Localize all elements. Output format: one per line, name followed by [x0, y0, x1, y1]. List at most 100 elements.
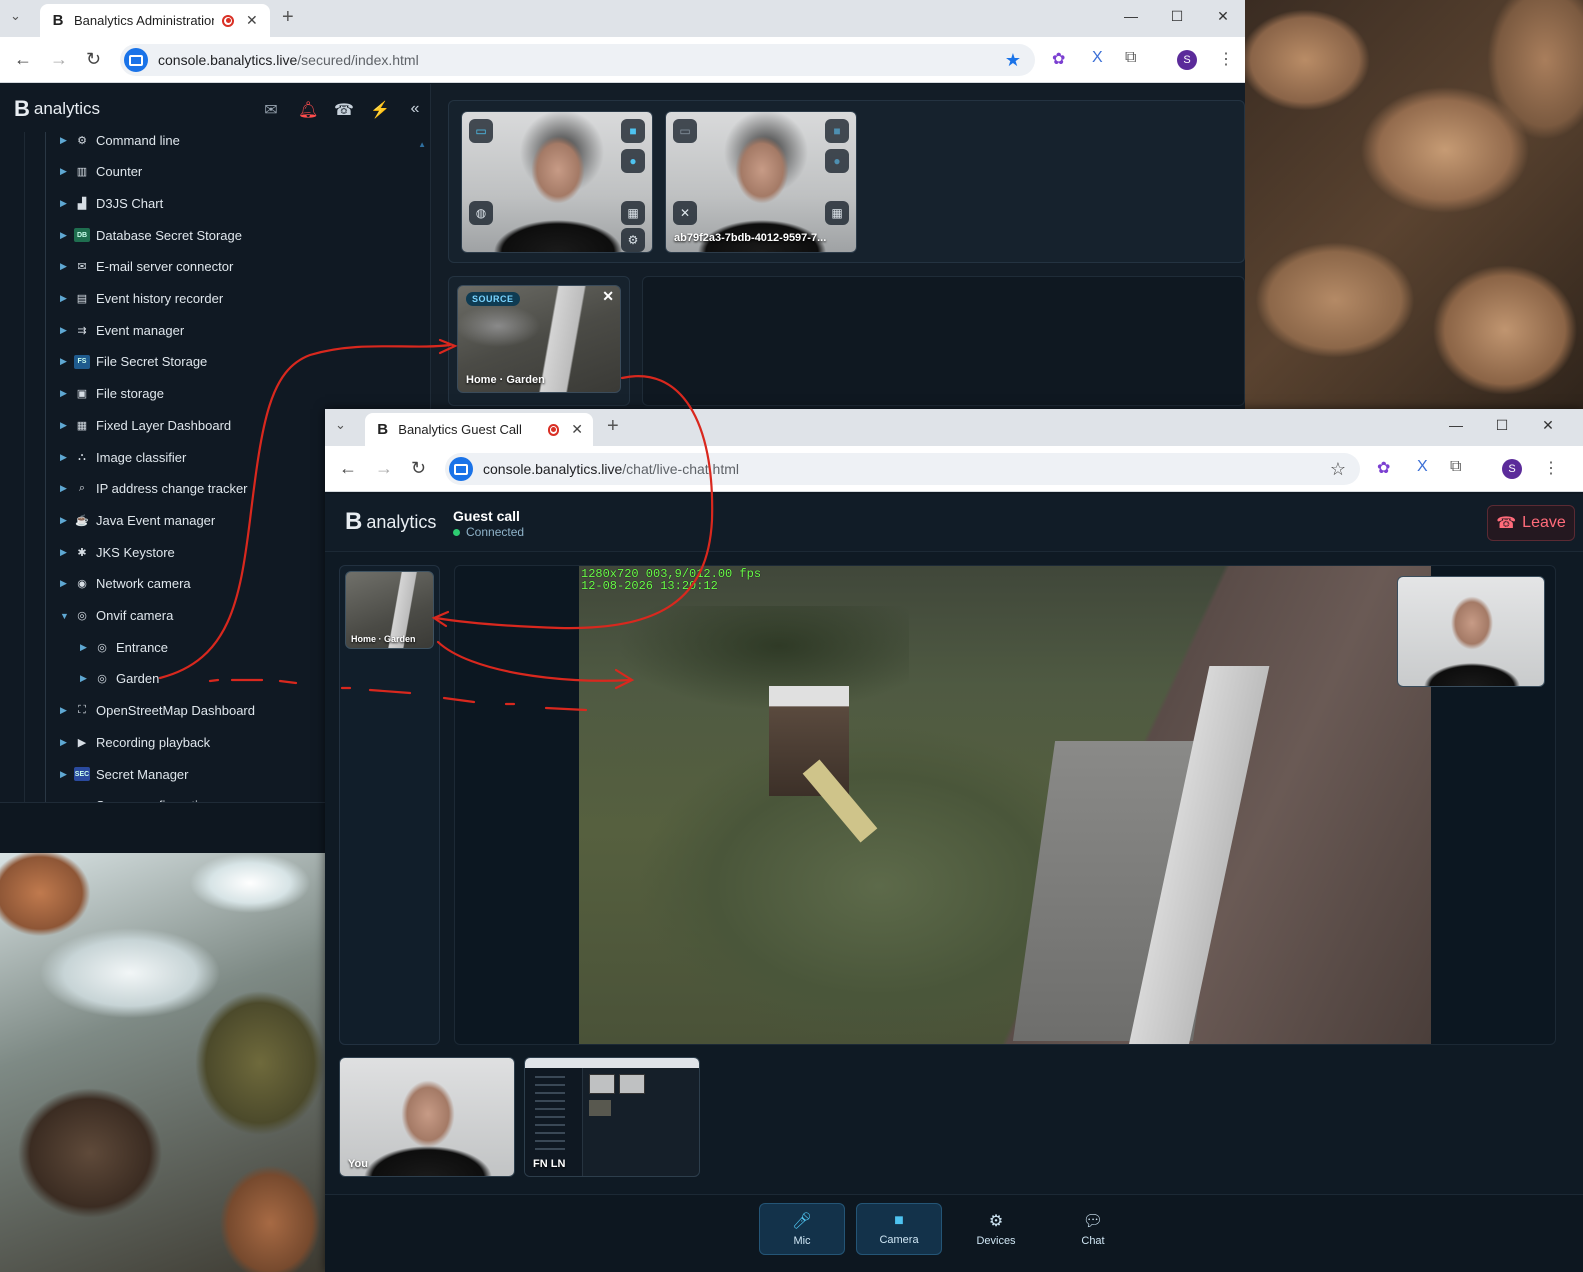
caret-right-icon[interactable]: ▶ — [60, 483, 70, 494]
tree-item[interactable]: ▶ FS File Secret Storage — [60, 352, 207, 372]
notification-bell-icon[interactable]: 🔔︎ — [298, 100, 318, 120]
profile-avatar[interactable]: S — [1502, 459, 1522, 479]
caret-right-icon[interactable]: ▶ — [80, 642, 90, 653]
tree-item[interactable]: ▶ ☕ Java Event manager — [60, 510, 215, 530]
self-view-pip[interactable] — [1397, 576, 1545, 687]
brand-logo[interactable]: B analytics — [14, 96, 100, 122]
scroll-up-arrow-icon[interactable]: ▲ — [418, 140, 426, 149]
screen-share-icon[interactable]: ▭ — [673, 119, 697, 143]
phone-icon[interactable]: ☎ — [334, 100, 354, 120]
extension-x-icon[interactable]: X — [1417, 458, 1428, 476]
forward-arrow-icon[interactable]: → — [375, 458, 393, 479]
maximize-icon[interactable]: ☐ — [1154, 8, 1200, 25]
globe-icon[interactable]: ◍ — [469, 201, 493, 225]
tab-guest-call[interactable]: B Banalytics Guest Call ✕ — [365, 413, 593, 446]
settings-gear-icon[interactable]: ⚙ — [621, 228, 645, 252]
remote-video-tile[interactable]: ▭ ■ ● ✕ ▦ ab79f2a3-7bdb-4012-9597-7... — [665, 111, 857, 253]
caret-right-icon[interactable]: ▶ — [60, 705, 70, 716]
plug-connected-icon[interactable]: ⚡ — [370, 100, 390, 120]
tree-item[interactable]: ▶ ▥ Counter — [60, 162, 142, 182]
caret-right-icon[interactable]: ▶ — [60, 293, 70, 304]
close-window-icon[interactable]: ✕ — [1525, 417, 1571, 434]
caret-right-icon[interactable]: ▶ — [60, 135, 70, 146]
source-thumbnail[interactable]: Home · Garden — [345, 571, 434, 649]
tree-item[interactable]: ▶ ◎ Entrance — [80, 637, 168, 657]
devices-button[interactable]: ⚙ Devices — [953, 1203, 1039, 1255]
local-video-tile[interactable]: ▭ ■ ● ◍ ▦ ⚙ — [461, 111, 653, 253]
extension-puzzle-flower-icon[interactable]: ✿ — [1052, 49, 1065, 69]
back-arrow-icon[interactable]: ← — [14, 49, 32, 70]
source-camera-tile[interactable]: SOURCE ✕ Home · Garden — [457, 285, 621, 393]
reload-icon[interactable]: ↻ — [411, 458, 426, 479]
forward-arrow-icon[interactable]: → — [50, 49, 68, 70]
leave-button[interactable]: ☎ Leave — [1487, 505, 1575, 541]
maximize-icon[interactable]: ☐ — [1479, 417, 1525, 434]
extensions-icon[interactable]: ⧉ — [1125, 49, 1136, 67]
extension-x-icon[interactable]: X — [1092, 49, 1103, 67]
tree-item[interactable]: ▶ ✉ E-mail server connector — [60, 257, 233, 277]
microphone-icon[interactable]: ● — [621, 149, 645, 173]
tab-search-chevron-icon[interactable]: ⌄ — [10, 8, 21, 24]
tree-item[interactable]: ▶ ⇉ Event manager — [60, 320, 184, 340]
caret-right-icon[interactable]: ▶ — [60, 356, 70, 367]
caret-right-icon[interactable]: ▶ — [60, 578, 70, 589]
caret-right-icon[interactable]: ▶ — [60, 547, 70, 558]
tree-item[interactable]: ▶ ✱ JKS Keystore — [60, 542, 175, 562]
caret-right-icon[interactable]: ▶ — [60, 420, 70, 431]
tree-item[interactable]: ▶ ▤ Event history recorder — [60, 289, 223, 309]
screen-share-icon[interactable]: ▭ — [469, 119, 493, 143]
caret-right-icon[interactable]: ▶ — [60, 261, 70, 272]
url-bar[interactable]: console.banalytics.live/chat/live-chat.h… — [445, 453, 1360, 485]
disconnected-link-icon[interactable]: ✕ — [673, 201, 697, 225]
close-tab-icon[interactable]: ✕ — [571, 421, 583, 438]
caret-right-icon[interactable]: ▶ — [80, 673, 90, 684]
url-bar[interactable]: console.banalytics.live/secured/index.ht… — [120, 44, 1035, 76]
new-tab-button[interactable]: + — [607, 415, 619, 438]
caret-right-icon[interactable]: ▶ — [60, 166, 70, 177]
tree-item[interactable]: ▶ ⛶ OpenStreetMap Dashboard — [60, 701, 255, 721]
close-tab-icon[interactable]: ✕ — [246, 12, 258, 29]
tree-item[interactable]: ▶ ▶ Recording playback — [60, 732, 210, 752]
new-tab-button[interactable]: + — [282, 6, 294, 29]
reload-icon[interactable]: ↻ — [86, 49, 101, 70]
video-camera-icon[interactable]: ■ — [825, 119, 849, 143]
tree-item[interactable]: ▶ ▟ D3JS Chart — [60, 193, 163, 213]
caret-right-icon[interactable]: ▶ — [60, 325, 70, 336]
tree-item[interactable]: ▶ ⌕ IP address change tracker — [60, 479, 248, 499]
back-arrow-icon[interactable]: ← — [339, 458, 357, 479]
collapse-sidebar-icon[interactable]: « — [406, 100, 424, 120]
tree-item[interactable]: ▶ ▣ File storage — [60, 384, 164, 404]
caret-right-icon[interactable]: ▶ — [60, 737, 70, 748]
brand-logo[interactable]: B analytics — [345, 508, 436, 536]
caret-down-icon[interactable]: ▼ — [60, 611, 70, 621]
map-icon[interactable]: ▦ — [621, 201, 645, 225]
caret-right-icon[interactable]: ▶ — [60, 515, 70, 526]
site-info-icon[interactable] — [449, 457, 473, 481]
camera-button[interactable]: ■ Camera — [856, 1203, 942, 1255]
browser-menu-icon[interactable]: ⋮ — [1543, 458, 1559, 478]
garden-camera-feed[interactable]: 1280x720 003,9/012.00 fps 12-08-2026 13:… — [579, 566, 1431, 1044]
chat-button[interactable]: 💬︎ Chat — [1050, 1203, 1136, 1255]
tree-item[interactable]: ▶ ◎ Garden — [80, 669, 159, 689]
tree-item[interactable]: ▶ DB Database Secret Storage — [60, 225, 242, 245]
caret-right-icon[interactable]: ▶ — [60, 198, 70, 209]
participant-tile-screen[interactable]: FN LN — [524, 1057, 700, 1177]
caret-right-icon[interactable]: ▶ — [60, 769, 70, 780]
bookmark-star-icon[interactable]: ☆ — [1330, 459, 1346, 480]
tree-item[interactable]: ▶ ⛬ Image classifier — [60, 447, 186, 467]
caret-right-icon[interactable]: ▶ — [60, 452, 70, 463]
caret-right-icon[interactable]: ▶ — [60, 388, 70, 399]
extension-puzzle-flower-icon[interactable]: ✿ — [1377, 458, 1390, 478]
caret-right-icon[interactable]: ▶ — [60, 230, 70, 241]
profile-avatar[interactable]: S — [1177, 50, 1197, 70]
tree-item[interactable]: ▶ SEC Secret Manager — [60, 764, 189, 784]
microphone-icon[interactable]: ● — [825, 149, 849, 173]
browser-menu-icon[interactable]: ⋮ — [1218, 49, 1234, 69]
tree-item[interactable]: ▼ ◎ Onvif camera — [60, 606, 173, 626]
tab-admin-console[interactable]: B Banalytics Administration C ✕ — [40, 4, 270, 37]
minimize-icon[interactable]: — — [1433, 417, 1479, 434]
tab-search-chevron-icon[interactable]: ⌄ — [335, 417, 346, 433]
close-source-icon[interactable]: ✕ — [602, 288, 614, 305]
close-window-icon[interactable]: ✕ — [1200, 8, 1246, 25]
bookmark-star-icon[interactable]: ★ — [1005, 50, 1021, 71]
